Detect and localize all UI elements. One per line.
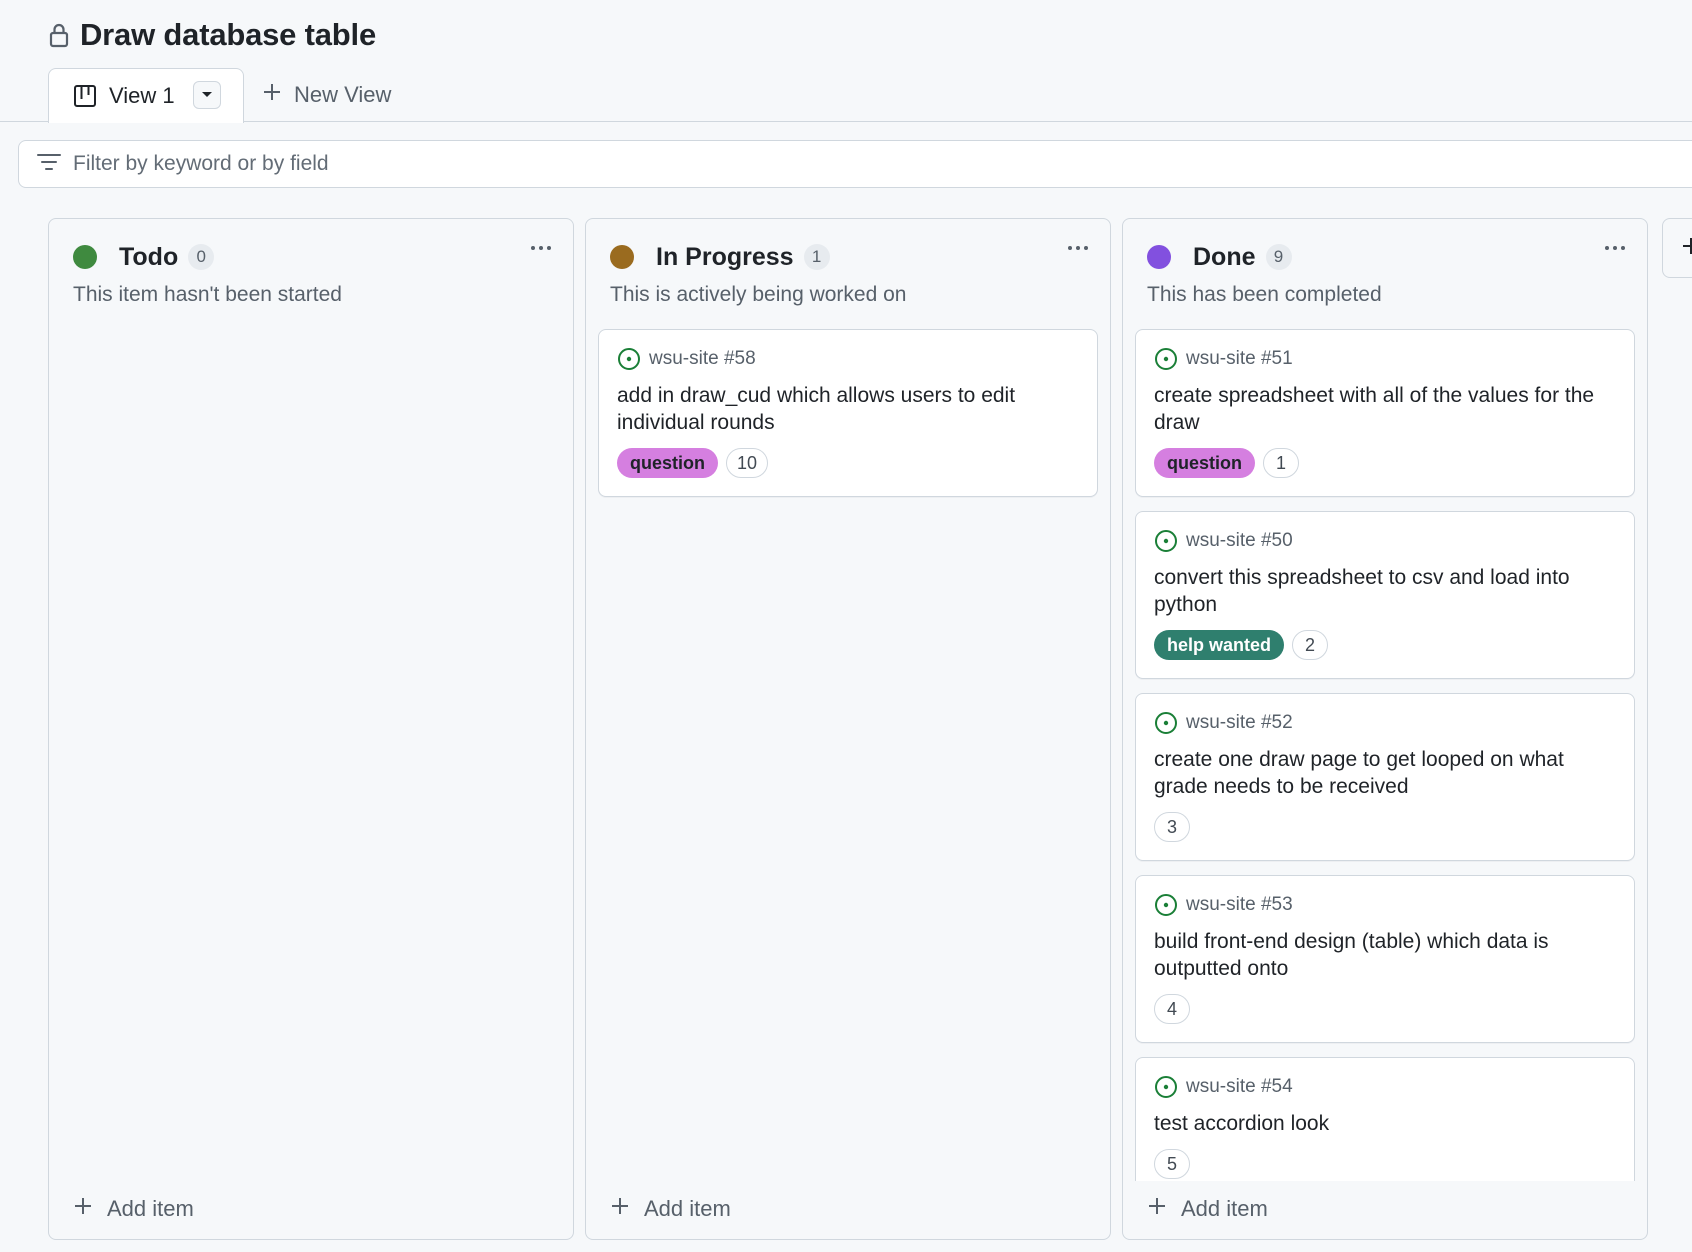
column-menu-button[interactable] [1058,233,1098,263]
add-item-button[interactable]: Add item [1147,1193,1268,1225]
column-title: Done [1193,242,1256,271]
card-number: 2 [1292,630,1329,660]
issue-card[interactable]: wsu-site #54 test accordion look 5 [1135,1057,1635,1181]
issue-card[interactable]: wsu-site #53 build front-end design (tab… [1135,875,1635,1043]
column-count: 0 [188,244,215,270]
card-labels: question 1 [1154,448,1616,478]
label-question[interactable]: question [1154,448,1255,478]
new-view-label: New View [294,82,392,107]
card-number: 3 [1154,812,1190,842]
card-ref-text: wsu-site #51 [1186,348,1293,369]
card-reference[interactable]: wsu-site #52 [1154,710,1616,736]
column-in-progress: In Progress 1 This is actively being wor… [585,218,1111,1240]
column-title: In Progress [656,242,794,271]
column-header: In Progress 1 [610,239,1086,275]
card-labels: 5 [1154,1149,1616,1179]
view-tabs: View 1 New View [0,68,1692,123]
issue-card[interactable]: wsu-site #58 add in draw_cud which allow… [598,329,1098,497]
open-issue-icon [618,348,640,370]
column-count: 1 [803,244,830,270]
status-dot-icon [73,245,97,269]
tab-view-1[interactable]: View 1 [48,68,244,123]
card-title[interactable]: test accordion look [1154,1110,1616,1137]
add-column-button[interactable] [1662,218,1692,278]
label-question[interactable]: question [617,448,718,478]
column-description: This has been completed [1147,283,1382,306]
card-labels: question 10 [617,448,1079,478]
plus-icon [262,82,282,108]
board-icon [73,84,97,108]
card-reference[interactable]: wsu-site #50 [1154,528,1616,554]
card-number: 10 [726,448,769,478]
card-reference[interactable]: wsu-site #53 [1154,892,1616,918]
card-reference[interactable]: wsu-site #54 [1154,1074,1616,1100]
card-ref-text: wsu-site #58 [649,348,756,369]
column-count: 9 [1265,244,1292,270]
open-issue-icon [1155,894,1177,916]
status-dot-icon [1147,245,1171,269]
status-dot-icon [610,245,634,269]
lock-icon [48,22,72,48]
column-title: Todo [119,242,179,271]
plus-icon [73,1196,93,1222]
card-number: 4 [1154,994,1190,1024]
ellipsis-icon [1605,246,1609,250]
plus-icon [1147,1196,1167,1222]
card-title[interactable]: create one draw page to get looped on wh… [1154,746,1616,800]
column-description: This item hasn't been started [73,283,342,306]
plus-icon [610,1196,630,1222]
card-number: 5 [1154,1149,1190,1179]
project-header: Draw database table [48,14,376,56]
column-header: Done 9 [1147,239,1623,275]
ellipsis-icon [1068,246,1072,250]
page-title: Draw database table [80,17,376,52]
card-list: wsu-site #58 add in draw_cud which allow… [598,329,1098,1181]
add-item-label: Add item [644,1196,731,1221]
open-issue-icon [1155,348,1177,370]
ellipsis-icon [531,246,535,250]
card-labels: help wanted 2 [1154,630,1616,660]
column-todo: Todo 0 This item hasn't been started Add… [48,218,574,1240]
column-header: Todo 0 [73,239,549,275]
card-title[interactable]: build front-end design (table) which dat… [1154,928,1616,982]
issue-card[interactable]: wsu-site #51 create spreadsheet with all… [1135,329,1635,497]
caret-down-icon [202,92,212,97]
issue-card[interactable]: wsu-site #52 create one draw page to get… [1135,693,1635,861]
open-issue-icon [1155,530,1177,552]
column-done: Done 9 This has been completed wsu-site … [1122,218,1648,1240]
card-ref-text: wsu-site #50 [1186,530,1293,551]
card-title[interactable]: create spreadsheet with all of the value… [1154,382,1616,436]
column-description: This is actively being worked on [610,283,907,306]
card-ref-text: wsu-site #52 [1186,712,1293,733]
card-labels: 4 [1154,994,1616,1024]
filter-input[interactable] [73,152,673,176]
filter-icon [37,152,61,177]
tab-view-1-label: View 1 [109,83,175,108]
card-reference[interactable]: wsu-site #58 [617,346,1079,372]
plus-icon [1681,236,1692,261]
card-reference[interactable]: wsu-site #51 [1154,346,1616,372]
column-menu-button[interactable] [521,233,561,263]
add-item-button[interactable]: Add item [610,1193,731,1225]
card-number: 1 [1263,448,1299,478]
card-title[interactable]: convert this spreadsheet to csv and load… [1154,564,1616,618]
card-title[interactable]: add in draw_cud which allows users to ed… [617,382,1079,436]
card-ref-text: wsu-site #53 [1186,894,1293,915]
open-issue-icon [1155,712,1177,734]
card-labels: 3 [1154,812,1616,842]
filter-bar [18,140,1692,188]
add-item-button[interactable]: Add item [73,1193,194,1225]
column-menu-button[interactable] [1595,233,1635,263]
add-item-label: Add item [107,1196,194,1221]
card-list: wsu-site #51 create spreadsheet with all… [1135,329,1635,1181]
card-list [61,329,561,1181]
project-board-page: Draw database table View 1 New View Filt… [0,0,1692,1252]
open-issue-icon [1155,1076,1177,1098]
label-help-wanted[interactable]: help wanted [1154,630,1285,660]
card-ref-text: wsu-site #54 [1186,1076,1293,1097]
view-options-button[interactable] [193,81,221,109]
new-view-button[interactable]: New View [262,68,391,122]
add-item-label: Add item [1181,1196,1268,1221]
issue-card[interactable]: wsu-site #50 convert this spreadsheet to… [1135,511,1635,679]
